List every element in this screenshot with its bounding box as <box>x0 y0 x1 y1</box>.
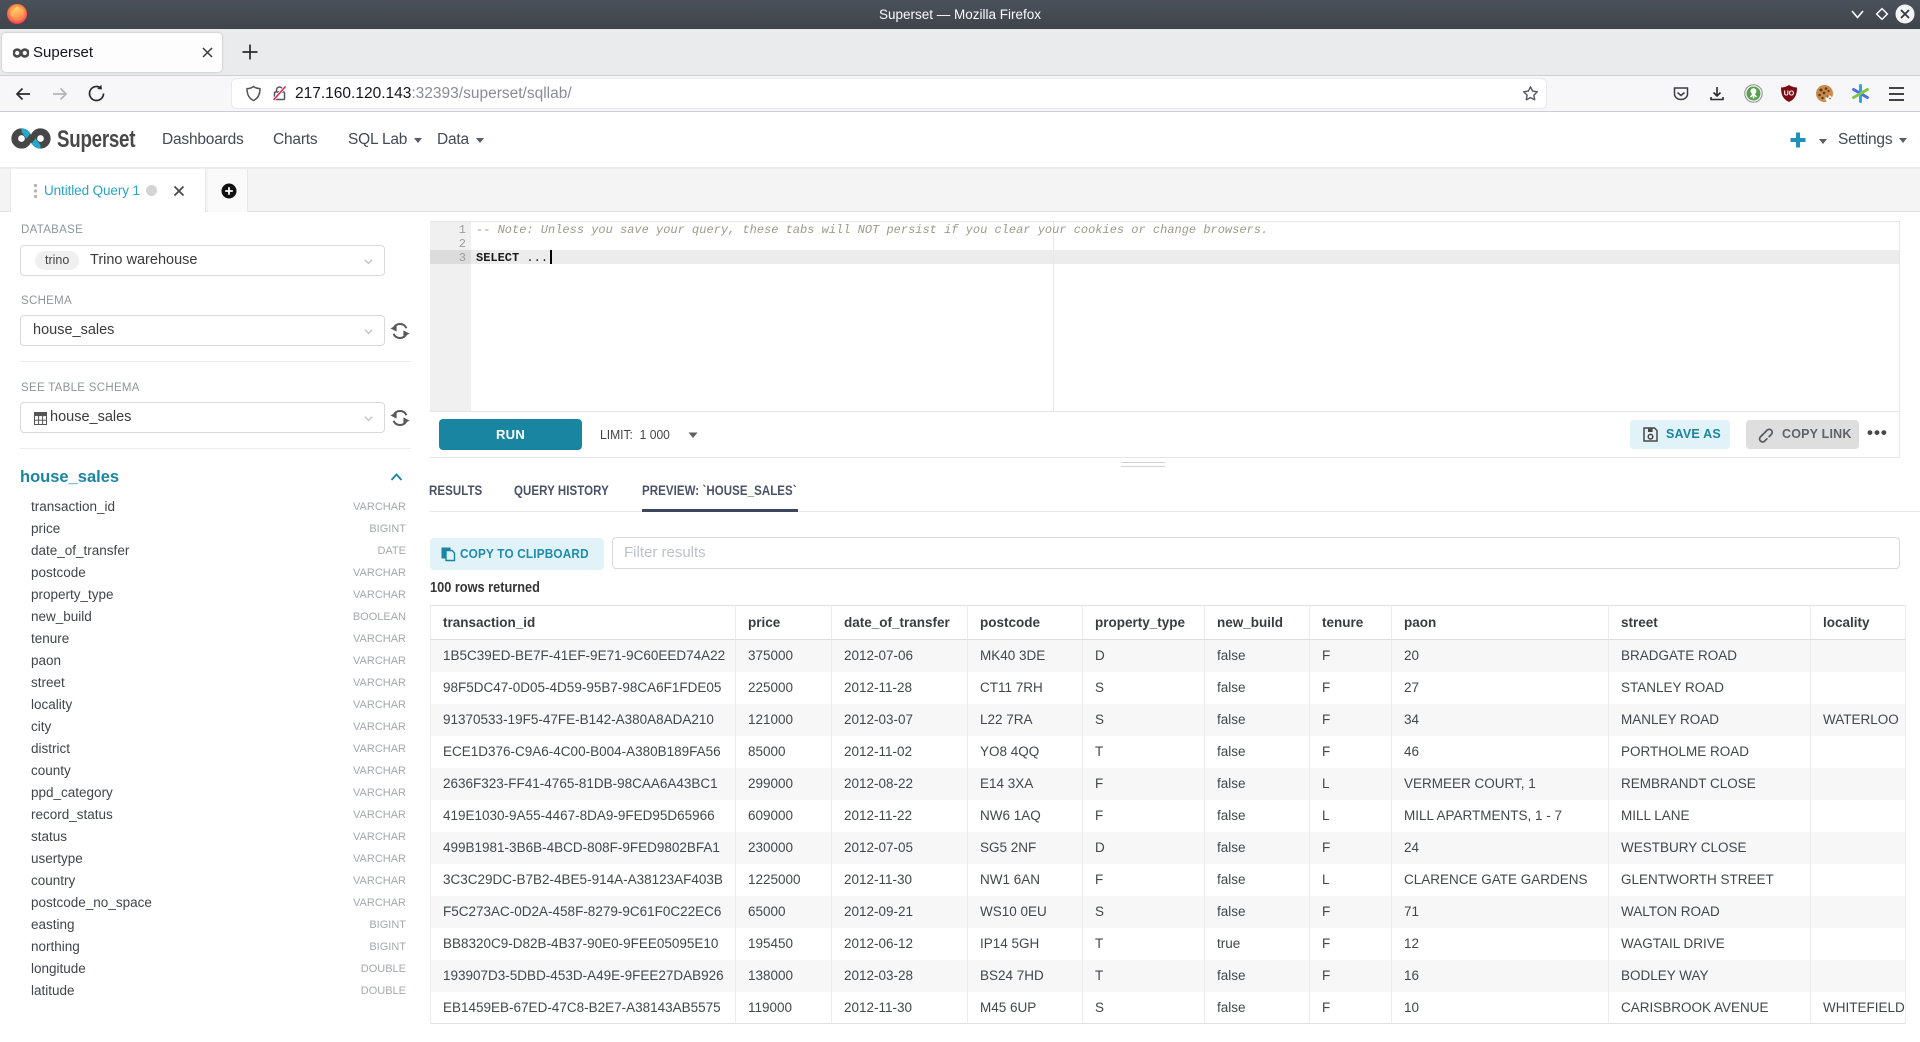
svg-text:UO: UO <box>1784 91 1795 98</box>
